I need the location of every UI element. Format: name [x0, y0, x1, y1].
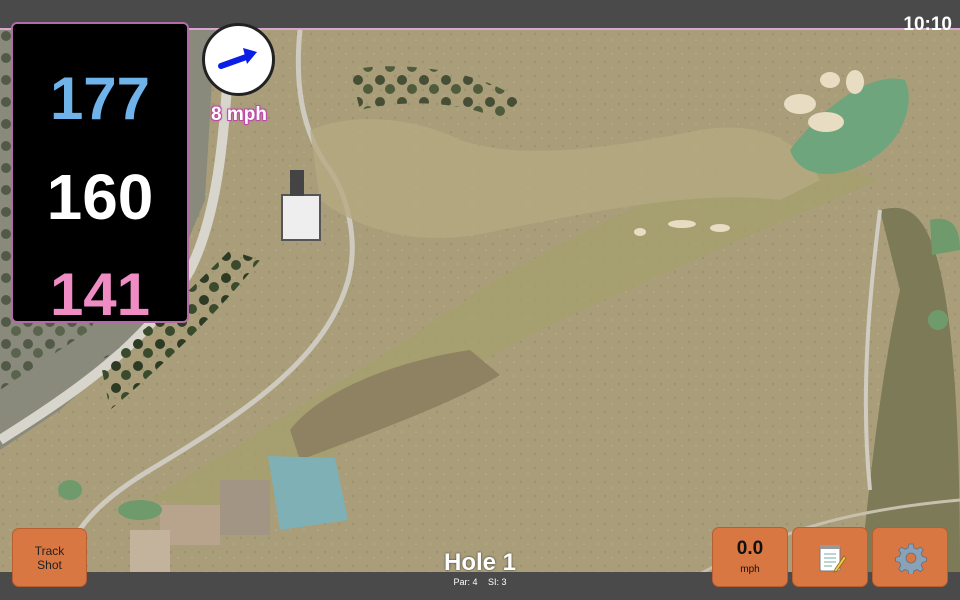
wind-indicator[interactable]	[202, 23, 275, 96]
gear-icon	[895, 543, 927, 574]
notepad-icon	[819, 545, 847, 573]
speed-button[interactable]: 0.0 mph	[712, 527, 788, 587]
hole-info: Par: 4 SI: 3	[380, 577, 580, 587]
settings-button[interactable]	[872, 527, 948, 587]
notes-button[interactable]	[792, 527, 868, 587]
back-distance: 177	[49, 65, 151, 132]
hole-par: Par: 4	[453, 577, 478, 587]
front-distance: 141	[49, 261, 151, 328]
track-shot-label-line1: Track	[34, 543, 65, 558]
track-shot-button[interactable]: Track Shot	[12, 528, 87, 587]
wind-arrow-icon	[218, 48, 257, 69]
speed-unit: mph	[740, 564, 760, 575]
hole-stroke-index: SI: 3	[488, 577, 507, 587]
hole-title: Hole 1	[443, 549, 517, 576]
status-clock: 10:10	[903, 14, 952, 35]
middle-distance: 160	[46, 161, 154, 233]
track-shot-label-line2: Shot	[37, 557, 62, 572]
speed-value: 0.0	[736, 538, 764, 559]
wind-speed-label: 8 mph	[211, 104, 267, 125]
distance-panel: 177 160 141	[11, 22, 189, 328]
